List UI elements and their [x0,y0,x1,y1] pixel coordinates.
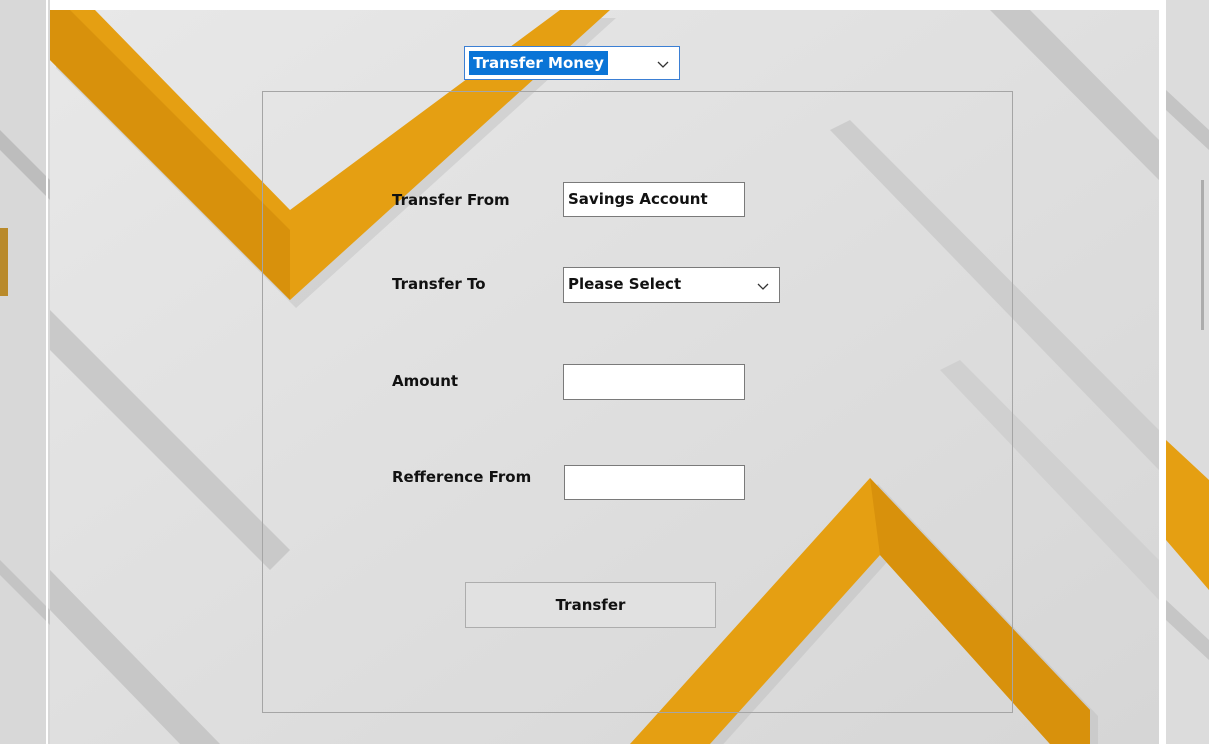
right-edge-decoration [1166,0,1209,744]
mode-dropdown-value: Transfer Money [469,51,608,75]
reference-input[interactable] [564,465,745,500]
transfer-to-dropdown[interactable]: Please Select [563,267,780,303]
left-divider [46,0,48,744]
amount-label: Amount [392,372,459,390]
mode-dropdown[interactable]: Transfer Money [464,46,680,80]
left-window-edge [0,0,50,744]
transfer-from-field[interactable]: Savings Account [563,182,745,217]
amount-input[interactable] [563,364,745,400]
right-window-edge [1166,0,1209,744]
left-edge-decoration [0,0,50,744]
reference-label: Refference From [392,468,532,486]
transfer-button[interactable]: Transfer [465,582,716,628]
transfer-from-label: Transfer From [392,191,510,209]
chevron-down-icon [753,276,773,296]
right-divider [1159,0,1161,744]
transfer-to-value: Please Select [568,275,682,293]
transfer-to-label: Transfer To [392,275,486,293]
chevron-down-icon [653,54,673,74]
